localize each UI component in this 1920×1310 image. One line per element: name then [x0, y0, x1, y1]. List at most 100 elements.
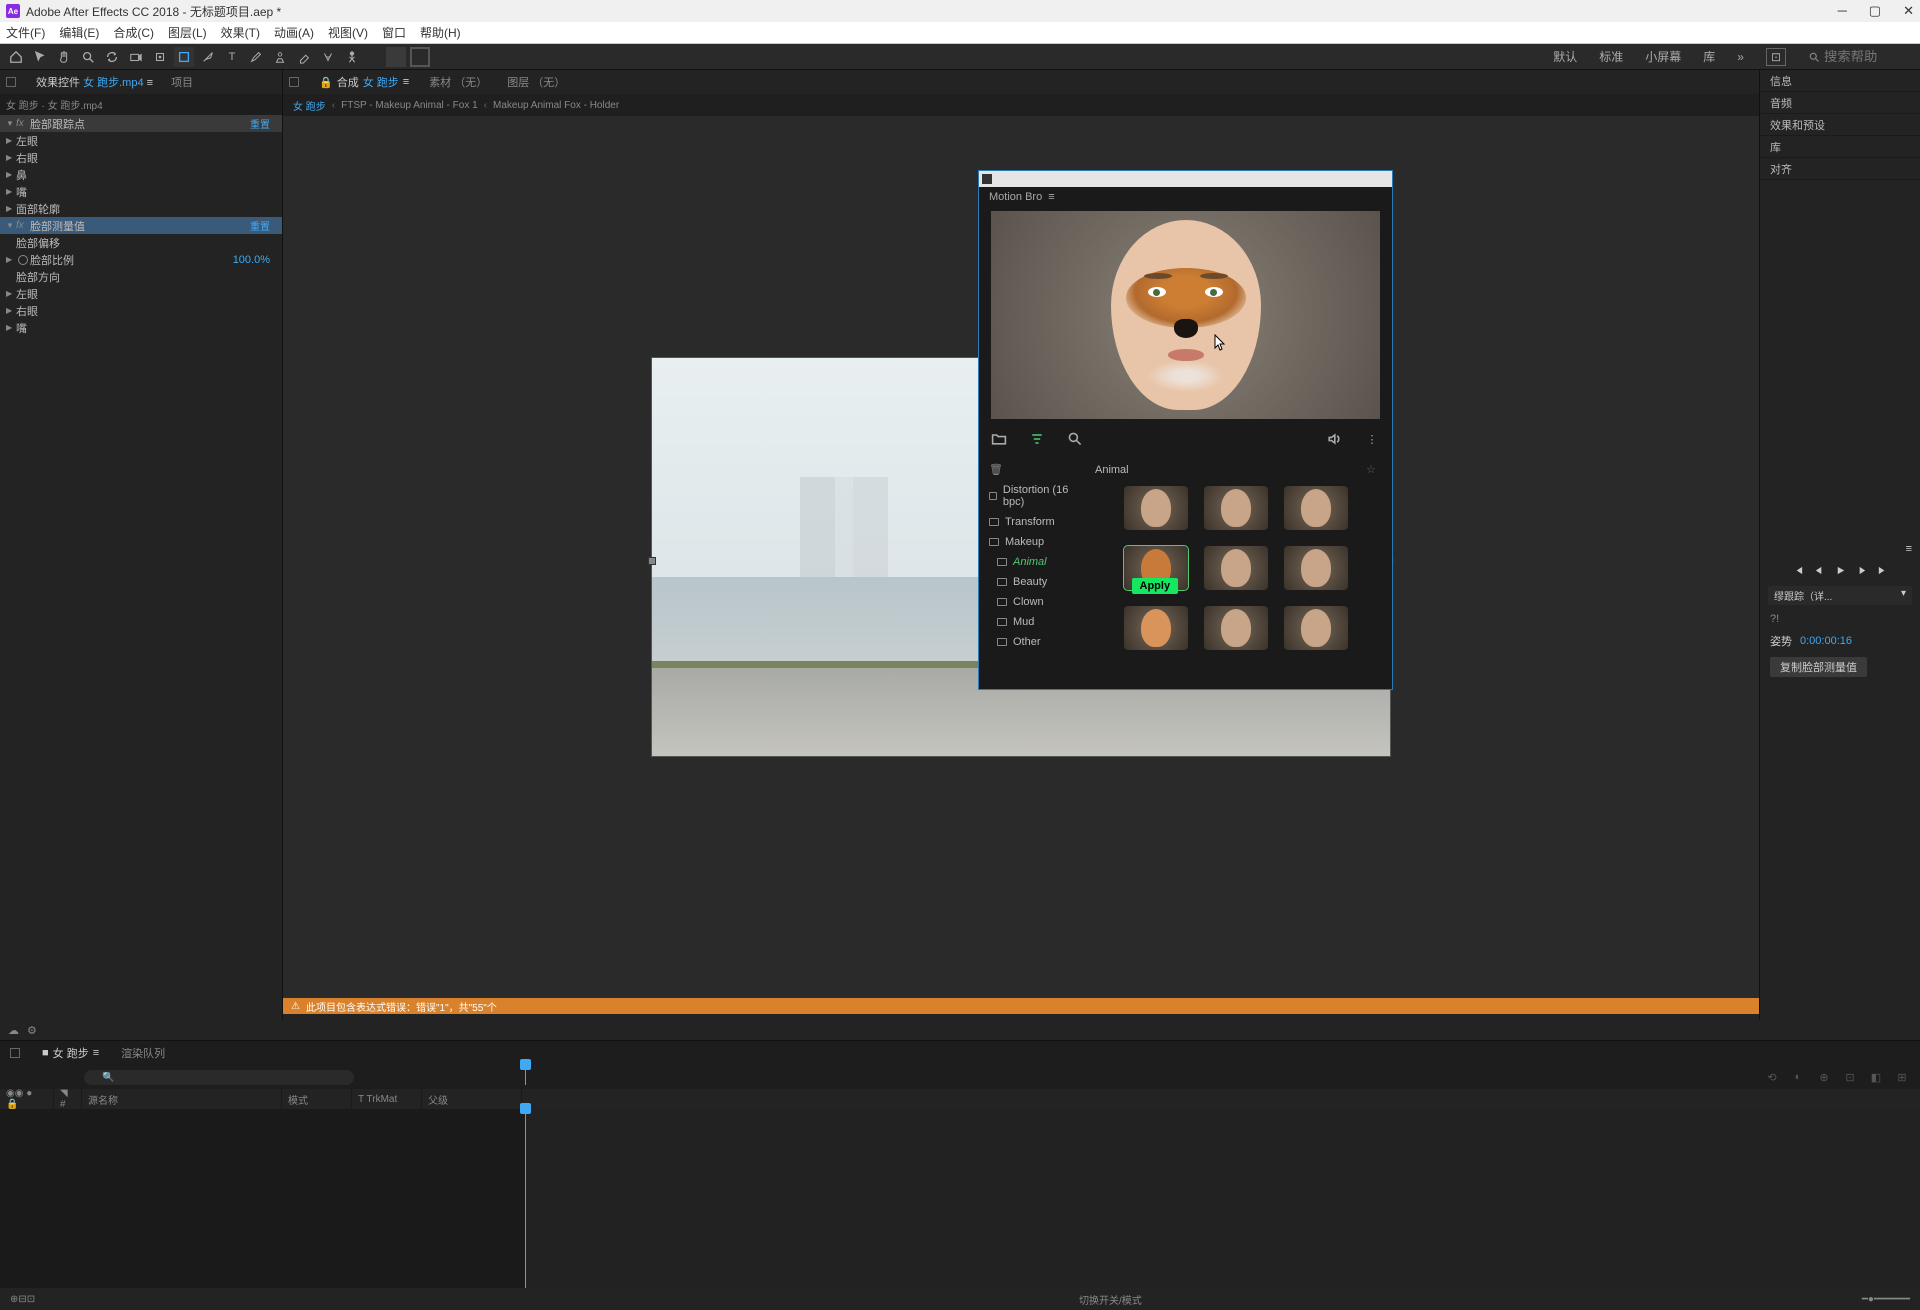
close-button[interactable]: ✕ [1903, 3, 1914, 19]
ec-prop[interactable]: ▶右眼 [0, 302, 282, 319]
cat-animal[interactable]: Animal [979, 552, 1079, 572]
tab-effects-presets[interactable]: 效果和预设 [1760, 114, 1920, 136]
breadcrumb-item[interactable]: FTSP - Makeup Animal - Fox 1 [341, 100, 478, 111]
reset-link[interactable]: 重置 [244, 218, 276, 233]
tab-footage[interactable]: 素材 （无） [429, 74, 487, 90]
expression-warning[interactable]: ⚠ 此项目包含表达式错误：错误"1"，共"55"个 [283, 998, 1759, 1014]
prev-frame-icon[interactable] [1814, 565, 1825, 576]
text-tool-icon[interactable]: T [222, 47, 242, 67]
ec-prop[interactable]: 脸部偏移 [0, 234, 282, 251]
puppet-tool-icon[interactable] [342, 47, 362, 67]
cat-mud[interactable]: Mud [979, 612, 1079, 632]
ec-prop[interactable]: ▶鼻 [0, 166, 282, 183]
tab-project[interactable]: 项目 [171, 74, 193, 90]
search-icon[interactable] [1065, 429, 1085, 449]
playhead[interactable] [525, 1109, 526, 1288]
ec-prop-face-scale[interactable]: ▶脸部比例100.0% [0, 251, 282, 268]
ec-prop[interactable]: 脸部方向 [0, 268, 282, 285]
tl-tool-icon[interactable]: ◧ [1866, 1068, 1886, 1086]
last-frame-icon[interactable] [1877, 565, 1888, 576]
tab-align[interactable]: 对齐 [1760, 158, 1920, 180]
track-mode-dropdown[interactable]: 缪跟踪（详...▾ [1768, 586, 1912, 605]
breadcrumb-item[interactable]: Makeup Animal Fox - Holder [493, 100, 619, 111]
fill-swatch-icon[interactable] [386, 47, 406, 67]
prop-value[interactable]: 100.0% [233, 254, 276, 266]
tl-tool-icon[interactable]: ⊕ [1814, 1068, 1834, 1086]
selection-tool-icon[interactable] [30, 47, 50, 67]
star-icon[interactable]: ☆ [1366, 463, 1376, 476]
more-icon[interactable]: ⋮ [1362, 429, 1382, 449]
preset-thumb[interactable] [1284, 486, 1348, 530]
reset-link[interactable]: 重置 [244, 116, 276, 131]
tl-tool-icon[interactable]: ⟲ [1762, 1068, 1782, 1086]
panel-menu-icon[interactable] [6, 77, 16, 87]
preset-thumb[interactable] [1124, 486, 1188, 530]
status-icon[interactable]: ⚙ [27, 1024, 37, 1037]
cat-distortion[interactable]: Distortion (16 bpc) [979, 480, 1079, 512]
eraser-tool-icon[interactable] [294, 47, 314, 67]
pan-behind-tool-icon[interactable] [150, 47, 170, 67]
preset-thumb[interactable] [1204, 546, 1268, 590]
cat-makeup[interactable]: Makeup [979, 532, 1079, 552]
menu-view[interactable]: 视图(V) [328, 24, 368, 41]
preset-thumb[interactable] [1284, 546, 1348, 590]
brush-tool-icon[interactable] [246, 47, 266, 67]
cat-beauty[interactable]: Beauty [979, 572, 1079, 592]
breadcrumb-item[interactable]: 女 跑步 [293, 98, 326, 113]
stopwatch-icon[interactable] [18, 255, 28, 265]
preset-thumb[interactable] [1284, 606, 1348, 650]
camera-tool-icon[interactable] [126, 47, 146, 67]
maximize-button[interactable]: ▢ [1869, 3, 1881, 19]
play-icon[interactable] [1835, 565, 1846, 576]
ws-standard[interactable]: 标准 [1599, 48, 1623, 65]
ws-library[interactable]: 库 [1703, 48, 1715, 65]
ws-small[interactable]: 小屏幕 [1645, 48, 1681, 65]
tab-info[interactable]: 信息 [1760, 70, 1920, 92]
tab-audio[interactable]: 音频 [1760, 92, 1920, 114]
cat-transform[interactable]: Transform [979, 512, 1079, 532]
tab-render-queue[interactable]: 渲染队列 [121, 1045, 165, 1061]
menu-window[interactable]: 窗口 [382, 24, 406, 41]
tab-composition[interactable]: 🔒 合成 女 跑步 ≡ [319, 74, 409, 90]
rect-tool-icon[interactable] [174, 47, 194, 67]
ws-overflow-icon[interactable]: » [1737, 50, 1744, 64]
tl-footer-icon[interactable]: ⊟ [18, 1294, 26, 1305]
tab-library[interactable]: 库 [1760, 136, 1920, 158]
first-frame-icon[interactable] [1793, 565, 1804, 576]
tab-layer[interactable]: 图层 （无） [507, 74, 565, 90]
tab-timeline-comp[interactable]: ■ 女 跑步 ≡ [42, 1045, 99, 1061]
cat-clown[interactable]: Clown [979, 592, 1079, 612]
preset-thumb-selected[interactable]: Apply [1124, 546, 1188, 590]
menu-help[interactable]: 帮助(H) [420, 24, 461, 41]
tl-footer-icon[interactable]: ⊡ [27, 1294, 35, 1305]
ec-prop[interactable]: ▶左眼 [0, 132, 282, 149]
tl-tool-icon[interactable]: ⊞ [1892, 1068, 1912, 1086]
tl-tool-icon[interactable]: ◐ [1788, 1068, 1808, 1086]
timeline-search-input[interactable] [84, 1070, 354, 1085]
playhead[interactable] [525, 1065, 526, 1085]
timeline-tracks[interactable] [0, 1109, 1920, 1288]
panel-drag-icon[interactable] [982, 174, 992, 184]
pen-tool-icon[interactable] [198, 47, 218, 67]
menu-anim[interactable]: 动画(A) [274, 24, 314, 41]
sound-icon[interactable] [1324, 429, 1344, 449]
stroke-swatch-icon[interactable] [410, 47, 430, 67]
ec-prop[interactable]: ▶左眼 [0, 285, 282, 302]
ec-prop[interactable]: ▶嘴 [0, 319, 282, 336]
motion-bro-tab[interactable]: Motion Bro [989, 191, 1042, 203]
hand-tool-icon[interactable] [54, 47, 74, 67]
ws-default[interactable]: 默认 [1553, 48, 1577, 65]
menu-layer[interactable]: 图层(L) [168, 24, 207, 41]
status-icon[interactable]: ☁ [8, 1024, 19, 1037]
preset-thumb[interactable] [1204, 606, 1268, 650]
copy-face-measure-button[interactable]: 复制脸部测量值 [1770, 657, 1867, 677]
home-icon[interactable] [6, 47, 26, 67]
preset-thumb[interactable] [1204, 486, 1268, 530]
apply-button[interactable]: Apply [1132, 578, 1179, 594]
panel-menu-icon[interactable] [289, 77, 299, 87]
cat-other[interactable]: Other [979, 632, 1079, 652]
folder-icon[interactable] [989, 429, 1009, 449]
tl-footer-icon[interactable]: ⊕ [10, 1294, 18, 1305]
roto-tool-icon[interactable] [318, 47, 338, 67]
menu-file[interactable]: 文件(F) [6, 24, 45, 41]
